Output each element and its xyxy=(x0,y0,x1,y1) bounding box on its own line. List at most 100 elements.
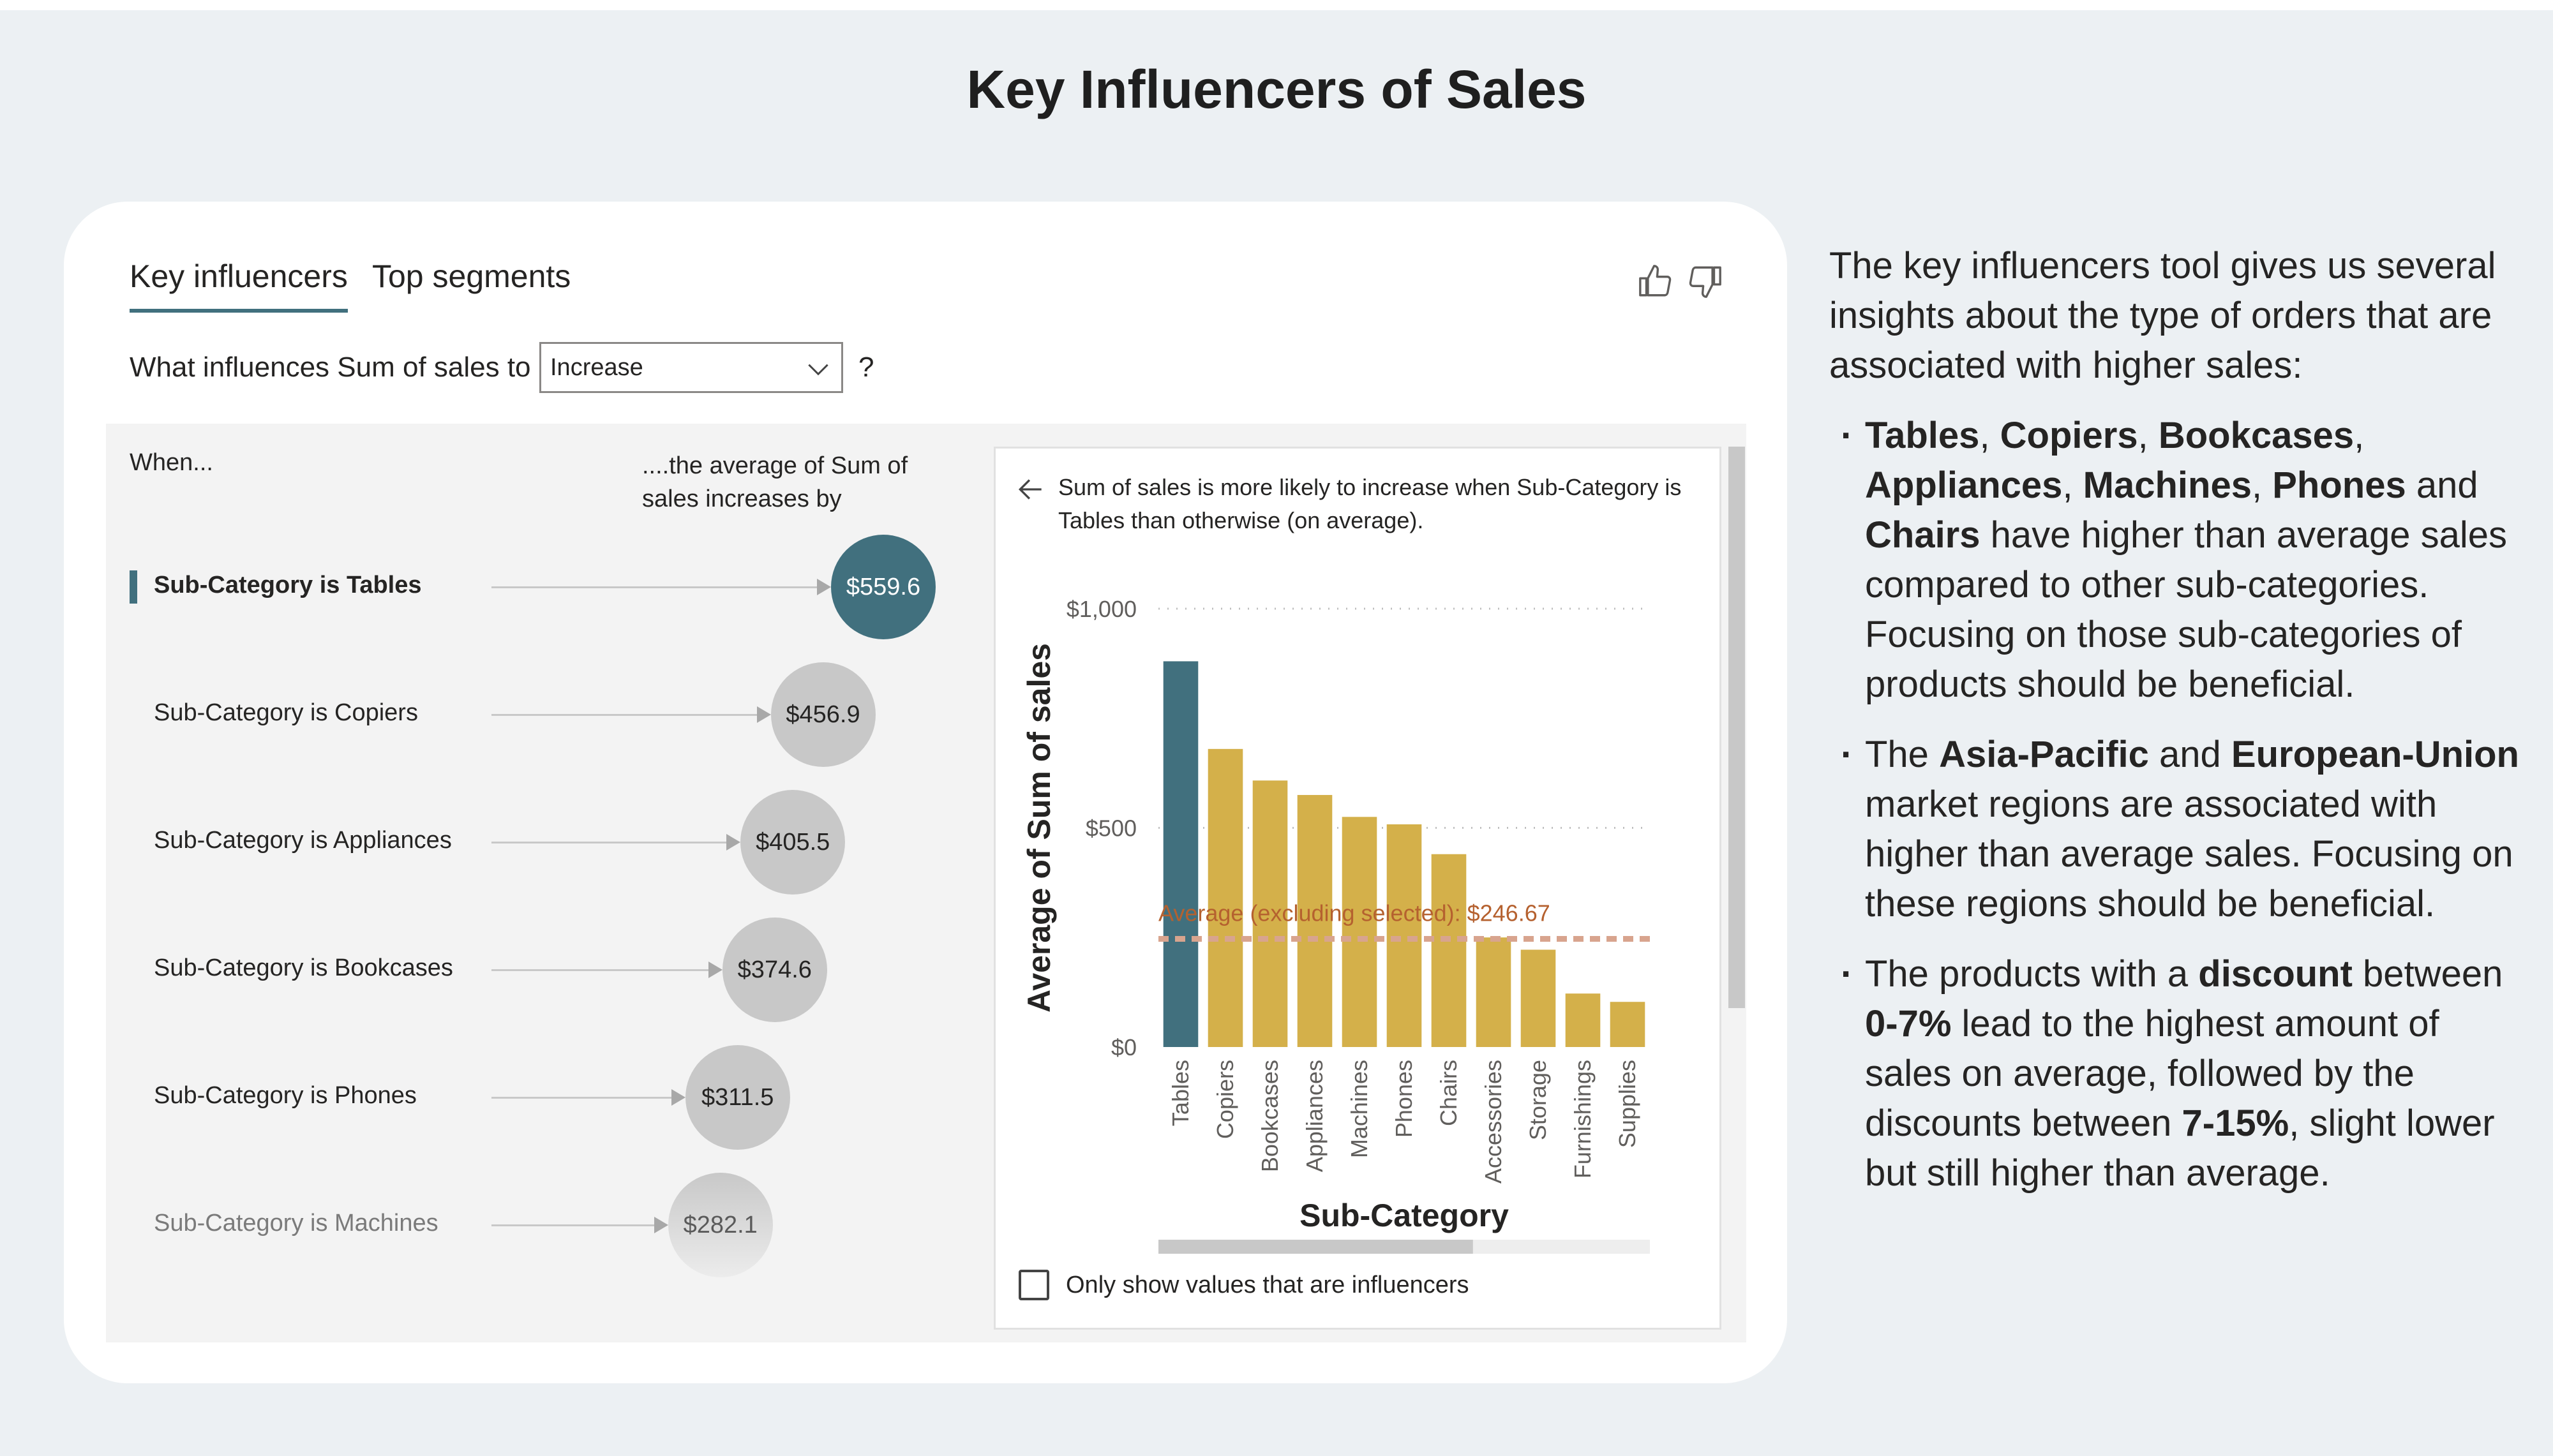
influencer-label: Sub-Category is Appliances xyxy=(154,827,452,854)
connector-arrowhead xyxy=(671,1089,685,1106)
horizontal-scrollbar[interactable] xyxy=(1158,1240,1473,1254)
insight-emphasis: 0-7% xyxy=(1865,1003,1952,1044)
influencer-label: Sub-Category is Tables xyxy=(154,572,422,598)
influencer-label: Sub-Category is Machines xyxy=(154,1210,438,1237)
bar-storage xyxy=(1520,949,1556,1047)
insight-text: between xyxy=(2352,953,2503,995)
y-axis-title: Average of Sum of sales xyxy=(1021,643,1057,1013)
x-axis-title: Sub-Category xyxy=(1299,1198,1509,1233)
insight-emphasis: Appliances xyxy=(1865,464,2063,506)
influencer-connector xyxy=(491,586,817,588)
influencer-connector xyxy=(491,1097,671,1099)
insights-list: Tables, Copiers, Bookcases, Appliances, … xyxy=(1829,411,2525,1198)
insights-intro: The key influencers tool gives us severa… xyxy=(1829,245,2496,386)
x-tick-label: Tables xyxy=(1167,1060,1194,1126)
x-tick-label: Phones xyxy=(1391,1060,1417,1138)
page-title: Key Influencers of Sales xyxy=(966,59,1587,119)
thumbs-up-icon[interactable] xyxy=(1637,263,1674,300)
insight-text: , xyxy=(2137,415,2159,456)
connector-arrowhead xyxy=(726,834,741,851)
influencer-row[interactable]: Sub-Category is Machines $282.1 xyxy=(130,1171,959,1279)
x-tick-label: Storage xyxy=(1525,1060,1551,1140)
influencer-value-bubble: $374.6 xyxy=(722,917,827,1022)
tab-top-segments[interactable]: Top segments xyxy=(372,258,571,295)
insight-bullet: Tables, Copiers, Bookcases, Appliances, … xyxy=(1829,411,2525,709)
average-column-header: ....the average of Sum of sales increase… xyxy=(642,452,908,512)
selected-indicator xyxy=(130,570,137,604)
influencer-connector xyxy=(491,714,757,716)
x-tick-label: Machines xyxy=(1346,1060,1372,1158)
influencer-connector xyxy=(491,1224,654,1226)
insight-emphasis: Tables xyxy=(1865,415,1980,456)
influencer-label: Sub-Category is Bookcases xyxy=(154,955,453,981)
thumbs-down-icon[interactable] xyxy=(1686,263,1723,300)
x-tick-label: Copiers xyxy=(1212,1060,1238,1139)
connector-arrowhead xyxy=(817,579,831,595)
influencer-value-bubble: $311.5 xyxy=(685,1045,790,1150)
insight-emphasis: discount xyxy=(2198,953,2353,995)
x-tick-label: Bookcases xyxy=(1257,1060,1283,1172)
insight-emphasis: Machines xyxy=(2083,464,2252,506)
insight-emphasis: European-Union xyxy=(2231,734,2519,775)
connector-arrowhead xyxy=(756,706,771,723)
influencers-only-toggle[interactable]: Only show values that are influencers xyxy=(1019,1270,1469,1300)
question-mark: ? xyxy=(858,352,874,383)
bar-chairs xyxy=(1431,854,1467,1047)
influencer-row[interactable]: Sub-Category is Tables $559.6 xyxy=(130,533,959,641)
influencer-row[interactable]: Sub-Category is Appliances $405.5 xyxy=(130,788,959,896)
connector-arrowhead xyxy=(654,1217,668,1233)
bar-machines xyxy=(1342,817,1377,1047)
x-tick-label: Furnishings xyxy=(1569,1060,1596,1178)
insight-bullet: The Asia-Pacific and European-Union mark… xyxy=(1829,730,2525,929)
when-column-header: When... xyxy=(130,449,213,476)
influencer-value-bubble: $405.5 xyxy=(740,790,846,895)
dropdown-value: Increase xyxy=(550,353,643,381)
influencer-row[interactable]: Sub-Category is Phones $311.5 xyxy=(130,1043,959,1152)
connector-arrowhead xyxy=(708,962,722,978)
insight-text: and xyxy=(2406,464,2478,506)
y-tick-label: $1,000 xyxy=(1067,596,1137,622)
insight-emphasis: 7-15% xyxy=(2182,1103,2289,1144)
back-arrow-icon[interactable] xyxy=(1015,473,1047,505)
influencer-value-bubble: $282.1 xyxy=(668,1173,773,1277)
insight-text: , xyxy=(2062,464,2083,506)
insight-text: market regions are associated with highe… xyxy=(1865,784,2513,925)
x-tick-label: Appliances xyxy=(1301,1060,1328,1172)
influencer-row[interactable]: Sub-Category is Bookcases $374.6 xyxy=(130,916,959,1024)
x-tick-label: Supplies xyxy=(1614,1060,1640,1148)
insight-text: , xyxy=(2354,415,2365,456)
influencer-connector xyxy=(491,969,708,971)
average-line-label: Average (excluding selected): $246.67 xyxy=(1158,900,1550,926)
influencer-label: Sub-Category is Copiers xyxy=(154,699,418,726)
x-tick-label: Chairs xyxy=(1435,1060,1462,1126)
top-strip xyxy=(0,0,2553,10)
insight-bullet: The products with a discount between 0-7… xyxy=(1829,949,2525,1198)
sub-category-bar-chart: $0 $500 $1,000 Average of Sum of sales Table… xyxy=(1021,596,1650,1254)
tab-key-influencers[interactable]: Key influencers xyxy=(130,258,348,313)
vertical-scrollbar[interactable] xyxy=(1728,447,1745,1008)
influencer-row[interactable]: Sub-Category is Copiers $456.9 xyxy=(130,660,959,769)
influencer-value-bubble: $456.9 xyxy=(770,662,876,767)
insight-text: and xyxy=(2148,734,2231,775)
influence-direction-dropdown[interactable]: Increase xyxy=(539,342,843,393)
influencers-only-checkbox[interactable] xyxy=(1019,1270,1049,1300)
influencers-only-label: Only show values that are influencers xyxy=(1066,1271,1469,1298)
x-tick-label: Accessories xyxy=(1480,1060,1506,1184)
detail-description: Sum of sales is more likely to increase … xyxy=(1058,474,1682,533)
insight-emphasis: Phones xyxy=(2272,464,2406,506)
insight-text: The xyxy=(1865,734,1940,775)
bar-copiers xyxy=(1208,748,1243,1047)
influencer-value-bubble: $559.6 xyxy=(831,535,936,639)
insight-text: , xyxy=(2252,464,2273,506)
insights-sidebar: The key influencers tool gives us severa… xyxy=(1829,241,2525,1219)
bar-phones xyxy=(1386,824,1422,1047)
bar-furnishings xyxy=(1565,993,1601,1047)
insight-emphasis: Asia-Pacific xyxy=(1939,734,2149,775)
insight-emphasis: Chairs xyxy=(1865,514,1980,556)
insight-emphasis: Bookcases xyxy=(2158,415,2355,456)
influencer-label: Sub-Category is Phones xyxy=(154,1082,417,1109)
insight-text: , xyxy=(1979,415,2000,456)
question-row: What influences Sum of sales to Increase… xyxy=(130,342,874,393)
insight-emphasis: Copiers xyxy=(2000,415,2138,456)
influencer-connector xyxy=(491,842,727,843)
